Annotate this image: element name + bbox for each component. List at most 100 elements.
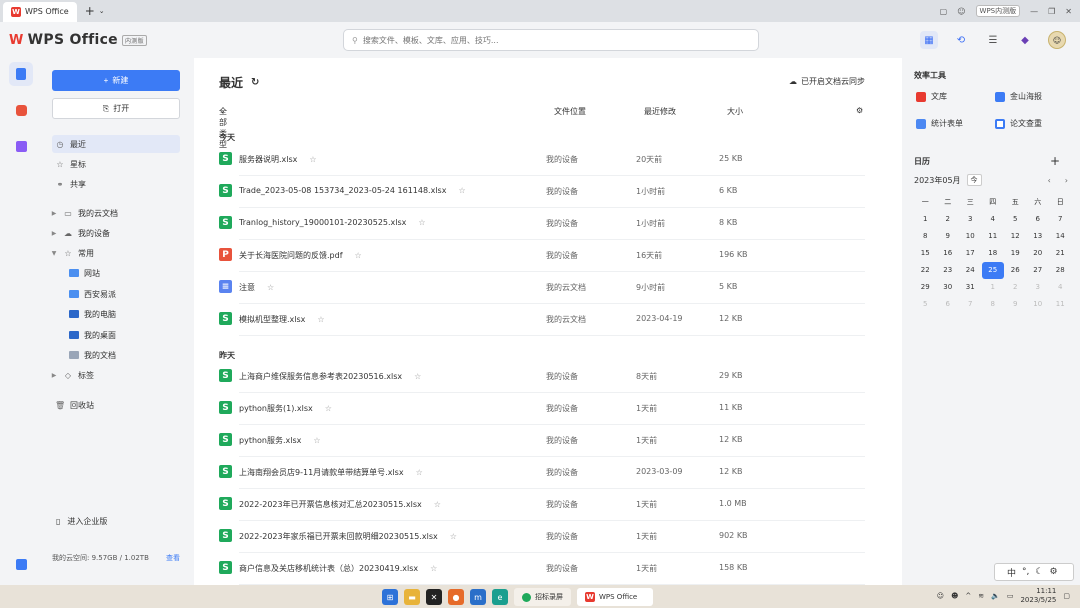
tool-library[interactable]: 文库 (916, 91, 947, 102)
file-row[interactable]: P 关于长海医院问题的反馈.pdf ☆ 我的设备 16天前 196 KB (219, 242, 865, 272)
calendar-day[interactable]: 10 (959, 228, 982, 245)
sidebar-item-trash[interactable]: 🗑 回收站 (52, 396, 180, 414)
calendar-day[interactable]: 20 (1027, 245, 1050, 262)
open-button[interactable]: ⎘ 打开 (52, 98, 180, 119)
avatar[interactable]: ☺ (1048, 31, 1066, 49)
skin-icon[interactable]: ☺ (957, 7, 965, 16)
file-row[interactable]: S 模拟机型整理.xlsx ☆ 我的云文档 2023-04-19 12 KB (219, 306, 865, 336)
caret-right-icon[interactable]: ▶ (50, 210, 58, 217)
enterprise-link[interactable]: ▯ 进入企业版 (56, 516, 107, 527)
calendar-day[interactable]: 1 (914, 211, 937, 228)
calendar-day[interactable]: 14 (1049, 228, 1072, 245)
calendar-day[interactable]: 23 (937, 262, 960, 279)
calendar-day[interactable]: 3 (1027, 279, 1050, 296)
tool-plagiarism[interactable]: 论文查重 (995, 118, 1042, 129)
star-icon[interactable]: ☆ (434, 500, 441, 509)
refresh-icon[interactable]: ↻ (251, 77, 259, 88)
storage-view-link[interactable]: 查看 (166, 553, 180, 563)
file-row[interactable]: S Trade_2023-05-08 153734_2023-05-24 1611… (219, 178, 865, 208)
star-icon[interactable]: ☆ (458, 186, 465, 195)
calendar-day[interactable]: 5 (1004, 211, 1027, 228)
pdf-app-icon[interactable] (9, 98, 33, 122)
file-row[interactable]: S 上海南翔会员店9-11月请款单带结算单号.xlsx ☆ 我的设备 2023-03-0… (219, 459, 865, 489)
calendar-day[interactable]: 3 (959, 211, 982, 228)
calendar-day[interactable]: 18 (982, 245, 1005, 262)
type-filter[interactable]: 全部类型 ⌄ (219, 106, 227, 149)
tray-icon[interactable]: ☻ (951, 592, 958, 600)
file-row[interactable]: S 2022-2023年家乐福已开票未回款明细20230515.xlsx ☆ 我的设备… (219, 523, 865, 553)
calendar-day[interactable]: 30 (937, 279, 960, 296)
calendar-day[interactable]: 24 (959, 262, 982, 279)
calendar-day[interactable]: 28 (1049, 262, 1072, 279)
calendar-day[interactable]: 12 (1004, 228, 1027, 245)
new-tab-icon[interactable]: + (85, 4, 95, 18)
start-icon[interactable]: ⊞ (382, 589, 398, 605)
edge-icon[interactable]: e (492, 589, 508, 605)
file-row[interactable]: ≡ 注意 ☆ 我的云文档 9小时前 5 KB (219, 274, 865, 304)
member-icon[interactable]: ◆ (1016, 31, 1034, 49)
tool-poster[interactable]: 金山海报 (995, 91, 1042, 102)
settings-icon[interactable]: ⚙ (856, 106, 863, 115)
ime-mode[interactable]: 中 (1007, 566, 1016, 579)
calendar-day[interactable]: 22 (914, 262, 937, 279)
star-icon[interactable]: ☆ (355, 251, 362, 260)
list-view-icon[interactable]: ☰ (984, 31, 1002, 49)
documents-icon[interactable] (9, 62, 33, 86)
add-event-icon[interactable]: + (1050, 154, 1060, 168)
sidebar-item-folder-website[interactable]: 网站 (66, 264, 180, 282)
volume-icon[interactable]: 🔈 (991, 592, 1000, 600)
sidebar-item-recent[interactable]: ◷ 最近 (52, 135, 180, 153)
sidebar-item-tags[interactable]: ▶ ◇ 标签 (47, 366, 175, 384)
maximize-icon[interactable]: ❐ (1048, 7, 1055, 16)
caret-right-icon[interactable]: ▶ (50, 230, 58, 237)
today-button[interactable]: 今 (966, 174, 982, 186)
calendar-day[interactable]: 8 (914, 228, 937, 245)
sidebar-item-starred[interactable]: ☆ 星标 (52, 155, 180, 173)
calendar-day[interactable]: 6 (1027, 211, 1050, 228)
calendar-day[interactable]: 10 (1027, 296, 1050, 313)
calendar-day[interactable]: 6 (937, 296, 960, 313)
sidebar-item-desktop[interactable]: 我的桌面 (66, 326, 180, 344)
col-location[interactable]: 文件位置 (554, 106, 586, 117)
star-icon[interactable]: ☆ (267, 283, 274, 292)
clock[interactable]: 11:11 2023/5/25 (1020, 587, 1056, 605)
calendar-day[interactable]: 2 (1004, 279, 1027, 296)
file-row[interactable]: S 上海商户维保服务信息参考表20230516.xlsx ☆ 我的设备 8天前 29 KB (219, 363, 865, 393)
prev-month-icon[interactable]: ‹ (1048, 176, 1051, 185)
sidebar-item-shared[interactable]: ⚭ 共享 (52, 175, 180, 193)
firefox-icon[interactable]: ● (448, 589, 464, 605)
taskbar-app-recorder[interactable]: 招标录屏 (514, 588, 571, 606)
col-size[interactable]: 大小 (727, 106, 743, 117)
calendar-day[interactable]: 5 (914, 296, 937, 313)
tab-wps-office[interactable]: W WPS Office (3, 1, 77, 22)
star-icon[interactable]: ☆ (430, 564, 437, 573)
close-icon[interactable]: ✕ (1065, 7, 1072, 16)
file-row[interactable]: S Tranlog_history_19000101-20230525.xlsx ☆… (219, 210, 865, 240)
grid-view-icon[interactable]: ▦ (920, 31, 938, 49)
star-icon[interactable]: ☆ (416, 468, 423, 477)
calendar-day[interactable]: 26 (1004, 262, 1027, 279)
calendar-day[interactable]: 15 (914, 245, 937, 262)
layout-icon[interactable]: ▢ (940, 7, 948, 16)
star-icon[interactable]: ☆ (313, 436, 320, 445)
sidebar-item-folder-xian[interactable]: 西安易派 (66, 285, 180, 303)
calendar-day[interactable]: 19 (1004, 245, 1027, 262)
calendar-day[interactable]: 16 (937, 245, 960, 262)
calendar-day[interactable]: 4 (1049, 279, 1072, 296)
sync-icon[interactable]: ⟲ (952, 31, 970, 49)
calendar-day[interactable]: 7 (1049, 211, 1072, 228)
file-explorer-icon[interactable]: ▬ (404, 589, 420, 605)
cloud-sync-status[interactable]: ☁ 已开启文档云同步 (789, 76, 865, 87)
apps-icon[interactable] (9, 134, 33, 158)
battery-icon[interactable]: ▭ (1007, 592, 1014, 600)
xmind-icon[interactable]: ✕ (426, 589, 442, 605)
calendar-day[interactable]: 2 (937, 211, 960, 228)
calendar-day[interactable]: 8 (982, 296, 1005, 313)
file-row[interactable]: Spython服务.xlsx ☆ 我的设备 1天前 12 KB (219, 427, 865, 457)
sidebar-item-my-computer[interactable]: 我的电脑 (66, 305, 180, 323)
caret-right-icon[interactable]: ▶ (50, 372, 58, 379)
search-box[interactable]: ⚲ (343, 29, 759, 51)
sidebar-item-cloud[interactable]: ▶ ▭ 我的云文档 (47, 204, 175, 222)
calendar-day[interactable]: 11 (982, 228, 1005, 245)
notification-icon[interactable]: ▢ (1063, 592, 1070, 600)
